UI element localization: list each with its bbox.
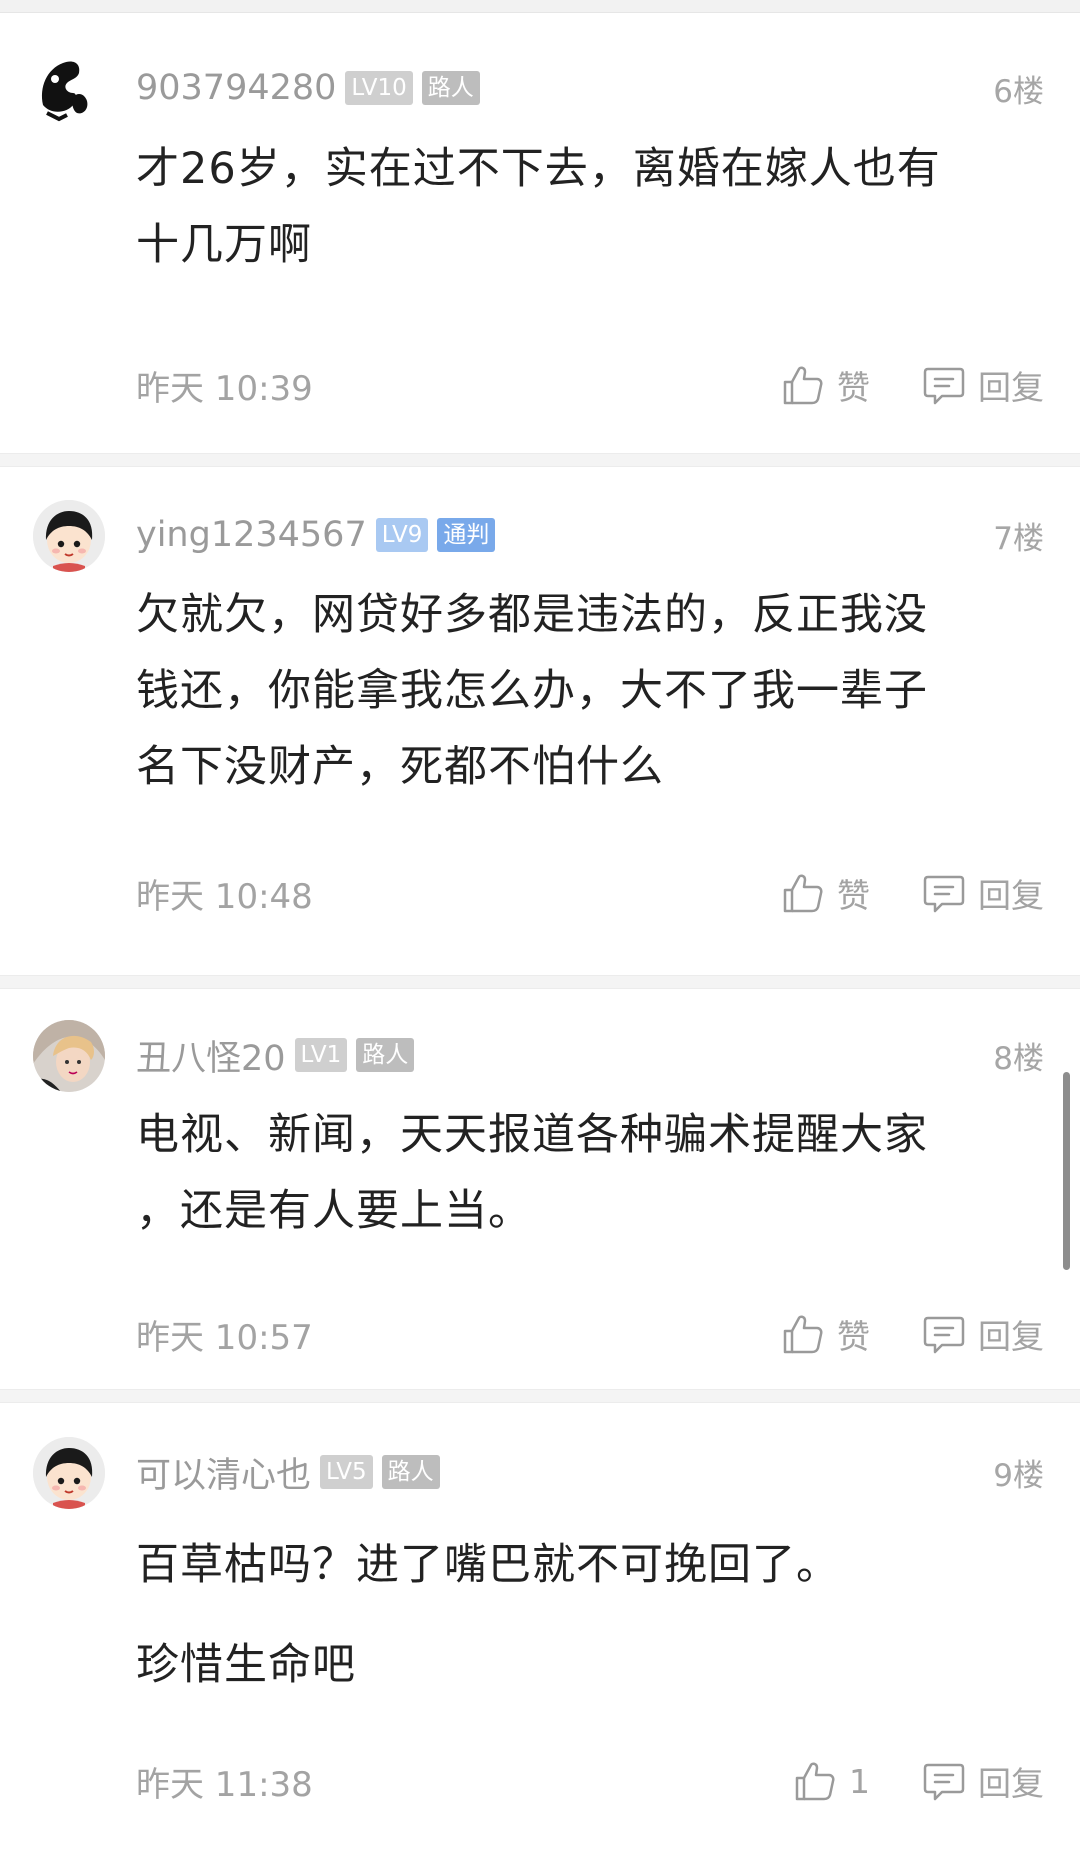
reply-button[interactable]: 回复 — [922, 869, 1044, 917]
timestamp: 昨天 10:48 — [136, 876, 313, 917]
avatar-image — [33, 1437, 105, 1509]
comment-divider — [0, 453, 1080, 467]
comment-line: ，还是有人要上当。 — [136, 1186, 532, 1236]
timestamp: 昨天 11:38 — [136, 1764, 313, 1805]
thumbs-up-icon — [783, 1315, 823, 1354]
role-badge: 通判 — [437, 518, 496, 552]
comment-text: 电视、新闻，天天报道各种骗术提醒大家 ，还是有人要上当。 — [136, 1097, 1016, 1249]
comment-actions: 赞 回复 — [781, 1310, 1044, 1358]
comment-footer: 昨天 10:39 赞 回复 — [136, 360, 1044, 410]
like-button[interactable]: 1 — [793, 1759, 870, 1803]
comment-divider — [0, 975, 1080, 989]
scrollbar-thumb[interactable] — [1063, 1072, 1070, 1270]
avatar[interactable] — [33, 53, 105, 125]
comment-item: 可以清心也 LV5 路人 9楼 百草枯吗？进了嘴巴就不可挽回了。 珍惜生命吧 昨… — [0, 1403, 1080, 1855]
level-badge: LV10 — [345, 71, 413, 105]
comment-footer: 昨天 11:38 1 回复 — [136, 1756, 1044, 1806]
comment-line: 欠就欠，网贷好多都是违法的，反正我没 — [136, 590, 928, 640]
comment-bubble-icon — [923, 1763, 965, 1801]
comment-line: 十几万啊 — [136, 220, 312, 270]
username[interactable]: ying1234567 — [136, 515, 367, 555]
avatar[interactable] — [33, 1020, 105, 1092]
level-badge: LV5 — [320, 1455, 373, 1489]
like-label: 赞 — [837, 876, 870, 915]
username[interactable]: 可以清心也 — [136, 1447, 311, 1498]
thumbs-up-icon — [795, 1762, 835, 1801]
like-label: 赞 — [837, 1317, 870, 1356]
comment-item: 丑八怪20 LV1 路人 8楼 电视、新闻，天天报道各种骗术提醒大家 ，还是有人… — [0, 989, 1080, 1389]
like-label: 赞 — [837, 368, 870, 407]
reply-button[interactable]: 回复 — [922, 1757, 1044, 1805]
avatar-image — [33, 53, 105, 125]
comment-line: 百草枯吗？进了嘴巴就不可挽回了。 — [136, 1540, 840, 1590]
avatar[interactable] — [33, 1437, 105, 1509]
like-button[interactable]: 赞 — [781, 1310, 870, 1358]
role-badge: 路人 — [381, 1455, 440, 1489]
reply-label: 回复 — [978, 1317, 1044, 1356]
comment-header: ying1234567 LV9 通判 7楼 — [136, 510, 1044, 560]
comment-actions: 赞 回复 — [781, 869, 1044, 917]
comment-item: 903794280 LV10 路人 6楼 才26岁，实在过不下去，离婚在嫁人也有… — [0, 13, 1080, 453]
comment-text: 百草枯吗？进了嘴巴就不可挽回了。 珍惜生命吧 — [136, 1515, 1016, 1715]
comment-line: 电视、新闻，天天报道各种骗术提醒大家 — [136, 1110, 928, 1160]
level-badge: LV1 — [294, 1038, 348, 1072]
comment-actions: 1 回复 — [793, 1757, 1044, 1805]
comment-bubble-icon — [923, 1316, 965, 1354]
reply-button[interactable]: 回复 — [922, 361, 1044, 409]
comment-line: 名下没财产，死都不怕什么 — [136, 742, 664, 792]
reply-label: 回复 — [978, 876, 1044, 915]
role-badge: 路人 — [421, 71, 480, 105]
timestamp: 昨天 10:57 — [136, 1317, 313, 1358]
like-button[interactable]: 赞 — [781, 869, 870, 917]
like-count: 1 — [849, 1761, 870, 1801]
comment-bubble-icon — [923, 875, 965, 913]
comment-footer: 昨天 10:48 赞 回复 — [136, 868, 1044, 918]
floor-number: 7楼 — [993, 520, 1044, 557]
comment-bubble-icon — [923, 367, 965, 405]
comment-text: 才26岁，实在过不下去，离婚在嫁人也有 十几万啊 — [136, 131, 1016, 283]
comment-item: ying1234567 LV9 通判 7楼 欠就欠，网贷好多都是违法的，反正我没… — [0, 467, 1080, 975]
top-divider — [0, 0, 1080, 13]
comment-header: 903794280 LV10 路人 6楼 — [136, 63, 1044, 113]
avatar[interactable] — [33, 500, 105, 572]
reply-button[interactable]: 回复 — [922, 1310, 1044, 1358]
like-button[interactable]: 赞 — [781, 361, 870, 409]
comment-header: 丑八怪20 LV1 路人 8楼 — [136, 1030, 1044, 1080]
comment-text: 欠就欠，网贷好多都是违法的，反正我没 钱还，你能拿我怎么办，大不了我一辈子 名下… — [136, 577, 1016, 805]
avatar-image — [33, 500, 105, 572]
comment-header: 可以清心也 LV5 路人 9楼 — [136, 1447, 1044, 1497]
reply-label: 回复 — [978, 368, 1044, 407]
comment-footer: 昨天 10:57 赞 回复 — [136, 1309, 1044, 1359]
thumbs-up-icon — [783, 366, 823, 405]
timestamp: 昨天 10:39 — [136, 368, 313, 409]
username[interactable]: 丑八怪20 — [136, 1030, 286, 1081]
username[interactable]: 903794280 — [136, 68, 336, 108]
role-badge: 路人 — [356, 1038, 415, 1072]
level-badge: LV9 — [375, 518, 429, 552]
thumbs-up-icon — [783, 874, 823, 913]
reply-label: 回复 — [978, 1764, 1044, 1803]
floor-number: 6楼 — [993, 73, 1044, 110]
comment-line: 珍惜生命吧 — [136, 1640, 356, 1690]
comment-line: 才26岁，实在过不下去，离婚在嫁人也有 — [136, 144, 941, 194]
floor-number: 9楼 — [993, 1457, 1044, 1494]
comment-actions: 赞 回复 — [781, 361, 1044, 409]
comment-divider — [0, 1389, 1080, 1403]
floor-number: 8楼 — [993, 1040, 1044, 1077]
avatar-image — [33, 1020, 105, 1092]
comment-line: 钱还，你能拿我怎么办，大不了我一辈子 — [136, 666, 928, 716]
